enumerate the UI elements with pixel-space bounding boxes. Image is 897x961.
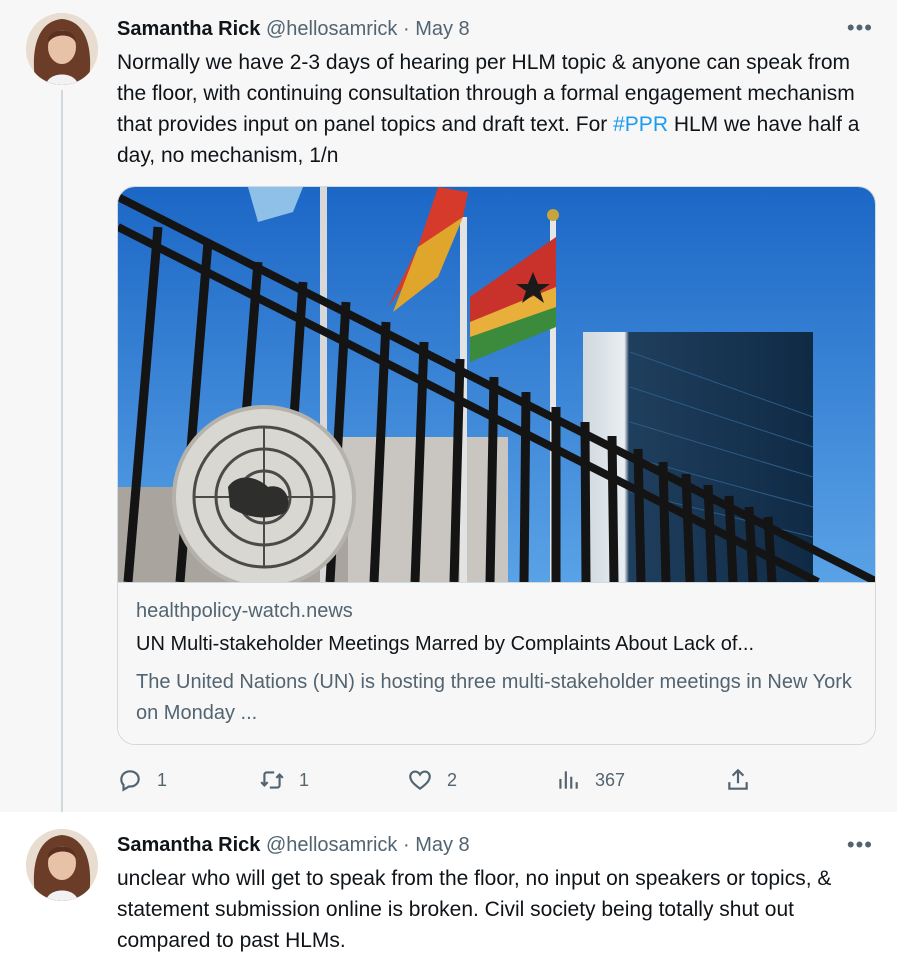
card-info[interactable]: healthpolicy-watch.news UN Multi-stakeho… xyxy=(118,582,875,744)
tweet-text: unclear who will get to speak from the f… xyxy=(117,867,832,952)
tweet-2[interactable]: Samantha Rick @hellosamrick · May 8 ••• … xyxy=(0,812,897,961)
tweet-header: Samantha Rick @hellosamrick · May 8 xyxy=(117,833,470,857)
retweet-button[interactable]: 1 xyxy=(259,765,309,795)
author-handle[interactable]: @hellosamrick xyxy=(266,18,397,40)
author-name[interactable]: Samantha Rick xyxy=(117,18,260,40)
reply-button[interactable]: 1 xyxy=(117,765,167,795)
avatar[interactable] xyxy=(26,13,98,85)
card-title: UN Multi-stakeholder Meetings Marred by … xyxy=(136,633,755,655)
tweet-date[interactable]: May 8 xyxy=(415,834,469,856)
heart-icon xyxy=(409,770,431,791)
more-options-button[interactable]: ••• xyxy=(847,15,873,41)
avatar[interactable] xyxy=(26,829,98,901)
card-image xyxy=(118,187,875,582)
like-button[interactable]: 2 xyxy=(407,765,457,795)
thread-connector-line xyxy=(61,90,63,820)
like-count: 2 xyxy=(447,769,458,790)
author-handle[interactable]: @hellosamrick xyxy=(266,834,397,856)
card-domain: healthpolicy-watch.news xyxy=(136,600,353,622)
tweet-date[interactable]: May 8 xyxy=(415,18,469,40)
tweet-header: Samantha Rick @hellosamrick · May 8 xyxy=(117,17,470,41)
share-icon xyxy=(728,768,748,790)
tweet-text: Normally we have 2-3 days of hearing per… xyxy=(117,47,877,171)
reply-icon xyxy=(120,770,140,792)
share-button[interactable] xyxy=(725,765,751,795)
more-options-button[interactable]: ••• xyxy=(847,832,873,858)
author-name[interactable]: Samantha Rick xyxy=(117,834,260,856)
views-button[interactable]: 367 xyxy=(555,765,625,795)
link-preview-card[interactable]: healthpolicy-watch.news UN Multi-stakeho… xyxy=(117,186,876,745)
meta-separator: · xyxy=(402,18,410,40)
meta-separator: · xyxy=(402,834,410,856)
views-icon xyxy=(559,771,578,789)
retweet-count: 1 xyxy=(299,769,310,790)
hashtag-link[interactable]: #PPR xyxy=(613,113,668,136)
tweet-1[interactable]: Samantha Rick @hellosamrick · May 8 ••• … xyxy=(0,0,897,820)
retweet-icon xyxy=(260,771,284,789)
tweet-actions: 1 1 2 367 xyxy=(117,765,757,795)
card-description: The United Nations (UN) is hosting three… xyxy=(136,671,852,724)
views-count: 367 xyxy=(595,769,626,790)
reply-count: 1 xyxy=(157,769,168,790)
